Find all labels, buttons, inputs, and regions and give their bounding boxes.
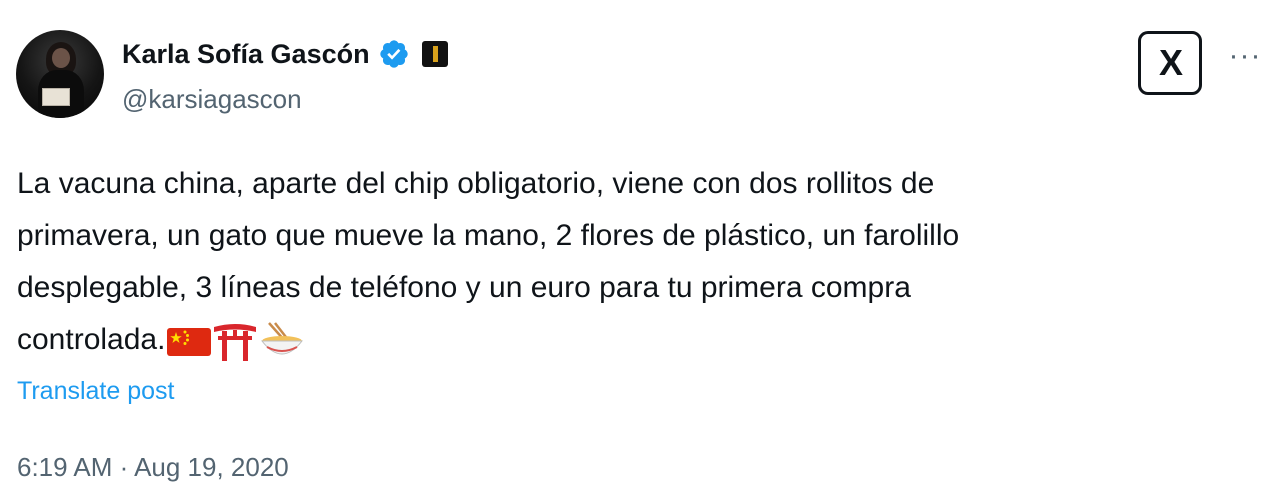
torii-gate-icon: [214, 324, 257, 362]
author-name[interactable]: Karla Sofía Gascón: [122, 39, 370, 70]
x-logo-icon[interactable]: X: [1138, 31, 1202, 95]
affiliate-badge-icon[interactable]: [421, 41, 448, 67]
flag-china-icon: [167, 328, 212, 357]
tweet-line-last: controlada.: [17, 314, 1237, 366]
tweet-card: Karla Sofía Gascón @karsiagascon X ··· L…: [0, 0, 1280, 501]
verified-badge-icon: [379, 40, 408, 68]
post-timestamp[interactable]: 6:19 AM · Aug 19, 2020: [17, 452, 289, 483]
translate-post-link[interactable]: Translate post: [17, 377, 174, 406]
author-handle[interactable]: @karsiagascon: [122, 84, 302, 115]
tweet-line: primavera, un gato que mueve la mano, 2 …: [17, 219, 960, 252]
x-logo-text: X: [1158, 42, 1183, 83]
noodle-bowl-icon: [261, 322, 304, 355]
tweet-text: La vacuna china, aparte del chip obligat…: [17, 158, 1237, 366]
avatar[interactable]: [16, 30, 104, 118]
tweet-line: La vacuna china, aparte del chip obligat…: [17, 167, 935, 200]
more-options-icon[interactable]: ···: [1228, 41, 1262, 76]
tweet-line: controlada.: [17, 323, 166, 356]
tweet-line: desplegable, 3 líneas de teléfono y un e…: [17, 271, 911, 304]
author-name-row: Karla Sofía Gascón: [122, 38, 448, 70]
